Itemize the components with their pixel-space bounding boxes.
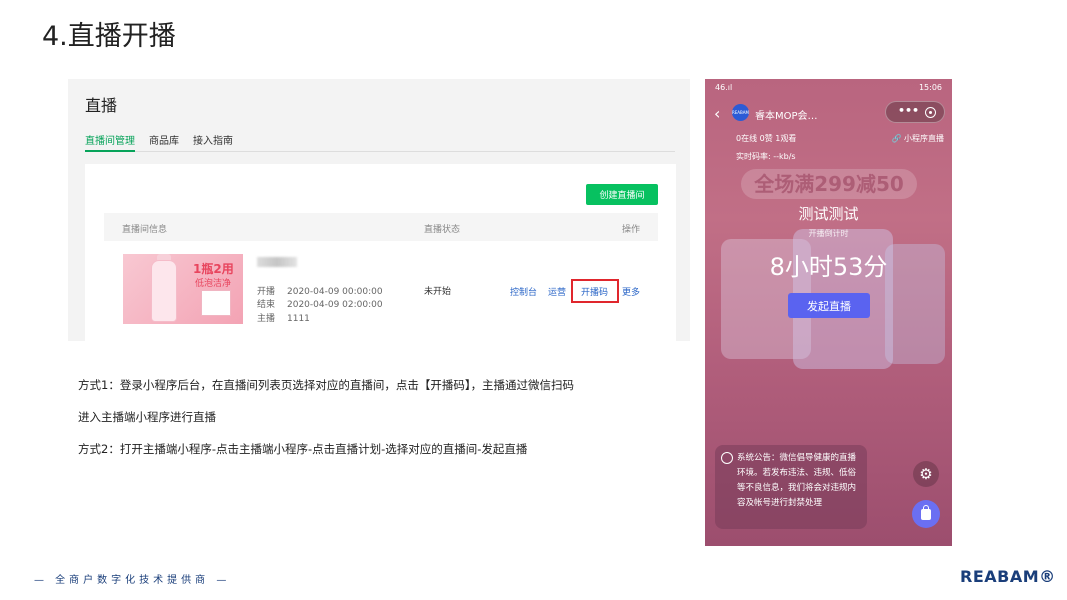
operations-link[interactable]: 运营	[548, 285, 566, 298]
notice-icon	[721, 452, 733, 464]
header-ops: 操作	[621, 225, 640, 235]
admin-panel: 直播 直播间管理 商品库 接入指南 创建直播间 直播间信息 直播状态 操作 1瓶…	[68, 79, 690, 341]
gear-icon[interactable]: ⚙	[913, 461, 939, 487]
signal-indicator: 46.ıl	[715, 83, 733, 92]
notice-text: 系统公告：微信倡导健康的直播环境。若发布违法、违规、低俗等不良信息，我们将会对违…	[737, 453, 857, 508]
tab-live-room-management[interactable]: 直播间管理	[85, 132, 135, 152]
product-image: 1瓶2用 低泡洁净	[123, 254, 243, 324]
header-info: 直播间信息	[122, 225, 168, 235]
method-2-text: 方式2：打开主播端小程序-点击主播端小程序-点击直播计划-选择对应的直播间-发起…	[78, 442, 528, 456]
end-label: 结束	[257, 300, 276, 310]
admin-tabs: 直播间管理 商品库 接入指南	[85, 132, 675, 152]
table-header: 直播间信息 直播状态 操作	[104, 213, 658, 241]
admin-title: 直播	[85, 96, 118, 115]
anchor-label: 主播	[257, 314, 276, 324]
live-stats: 0在线 0赞 1观看	[736, 134, 797, 143]
bitrate: 实时码率: --kb/s	[736, 152, 796, 161]
bottle-shape	[151, 260, 177, 322]
slide: 4.直播开播 直播 直播间管理 商品库 接入指南 创建直播间 直播间信息 直播状…	[0, 0, 1067, 600]
live-room-list: 创建直播间 直播间信息 直播状态 操作 1瓶2用 低泡洁净 开播 2020-04-…	[85, 164, 676, 341]
method-1-text: 方式1：登录小程序后台，在直播间列表页选择对应的直播间，点击【开播码】，主播通过…	[78, 378, 575, 392]
start-time: 2020-04-09 00:00:00	[287, 287, 383, 297]
clock: 15:06	[918, 83, 942, 92]
shopping-bag-icon[interactable]	[912, 500, 940, 528]
create-live-room-button[interactable]: 创建直播间	[586, 184, 658, 205]
status-value: 未开始	[424, 287, 452, 297]
countdown: 8小时53分	[769, 253, 888, 281]
countdown-label: 开播倒计时	[808, 229, 849, 238]
more-icon[interactable]: •••	[898, 104, 919, 117]
promo-banner: 全场满299减50	[741, 169, 917, 199]
menu-capsule: •••	[885, 101, 945, 123]
anchor-value: 1111	[287, 314, 310, 324]
end-time-row: 结束 2020-04-09 02:00:00	[257, 297, 383, 310]
end-time: 2020-04-09 02:00:00	[287, 300, 383, 310]
close-icon[interactable]	[925, 107, 936, 118]
live-title: 测试测试	[798, 205, 859, 223]
more-link[interactable]: 更多	[622, 285, 640, 298]
anchor-row: 主播 1111	[257, 311, 310, 324]
start-live-button[interactable]: 发起直播	[788, 293, 870, 318]
mini-program-label: 小程序直播	[904, 134, 944, 143]
mini-program-tag: 🔗 小程序直播	[891, 134, 944, 143]
bag-shape	[921, 504, 931, 520]
tab-product-library[interactable]: 商品库	[149, 132, 179, 152]
brand-logo: REABAM®	[960, 567, 1056, 586]
room-name: 睿本MOP会…	[755, 111, 818, 122]
avatar: REABAM	[732, 104, 749, 121]
status-bar: 46.ıl 15:06	[705, 81, 952, 95]
start-time-row: 开播 2020-04-09 00:00:00	[257, 284, 383, 297]
image-text-1: 1瓶2用	[193, 262, 234, 276]
phone-screenshot: 46.ıl 15:06 ‹ REABAM 睿本MOP会… ••• 0在线 0赞 …	[705, 79, 952, 546]
start-label: 开播	[257, 287, 276, 297]
back-icon[interactable]: ‹	[714, 104, 720, 123]
image-box-shape	[201, 290, 231, 316]
tab-access-guide[interactable]: 接入指南	[193, 132, 233, 152]
page-title: 4.直播开播	[42, 21, 176, 52]
method-1-text-cont: 进入主播端小程序进行直播	[78, 410, 216, 424]
system-notice: 系统公告：微信倡导健康的直播环境。若发布违法、违规、低俗等不良信息，我们将会对违…	[715, 445, 867, 529]
room-name-blurred	[257, 257, 297, 267]
footer-tagline: — 全商户数字化技术提供商 —	[34, 575, 231, 586]
console-link[interactable]: 控制台	[510, 285, 537, 298]
header-status: 直播状态	[424, 225, 461, 235]
highlight-box	[571, 279, 619, 303]
image-text-2: 低泡洁净	[195, 279, 232, 289]
